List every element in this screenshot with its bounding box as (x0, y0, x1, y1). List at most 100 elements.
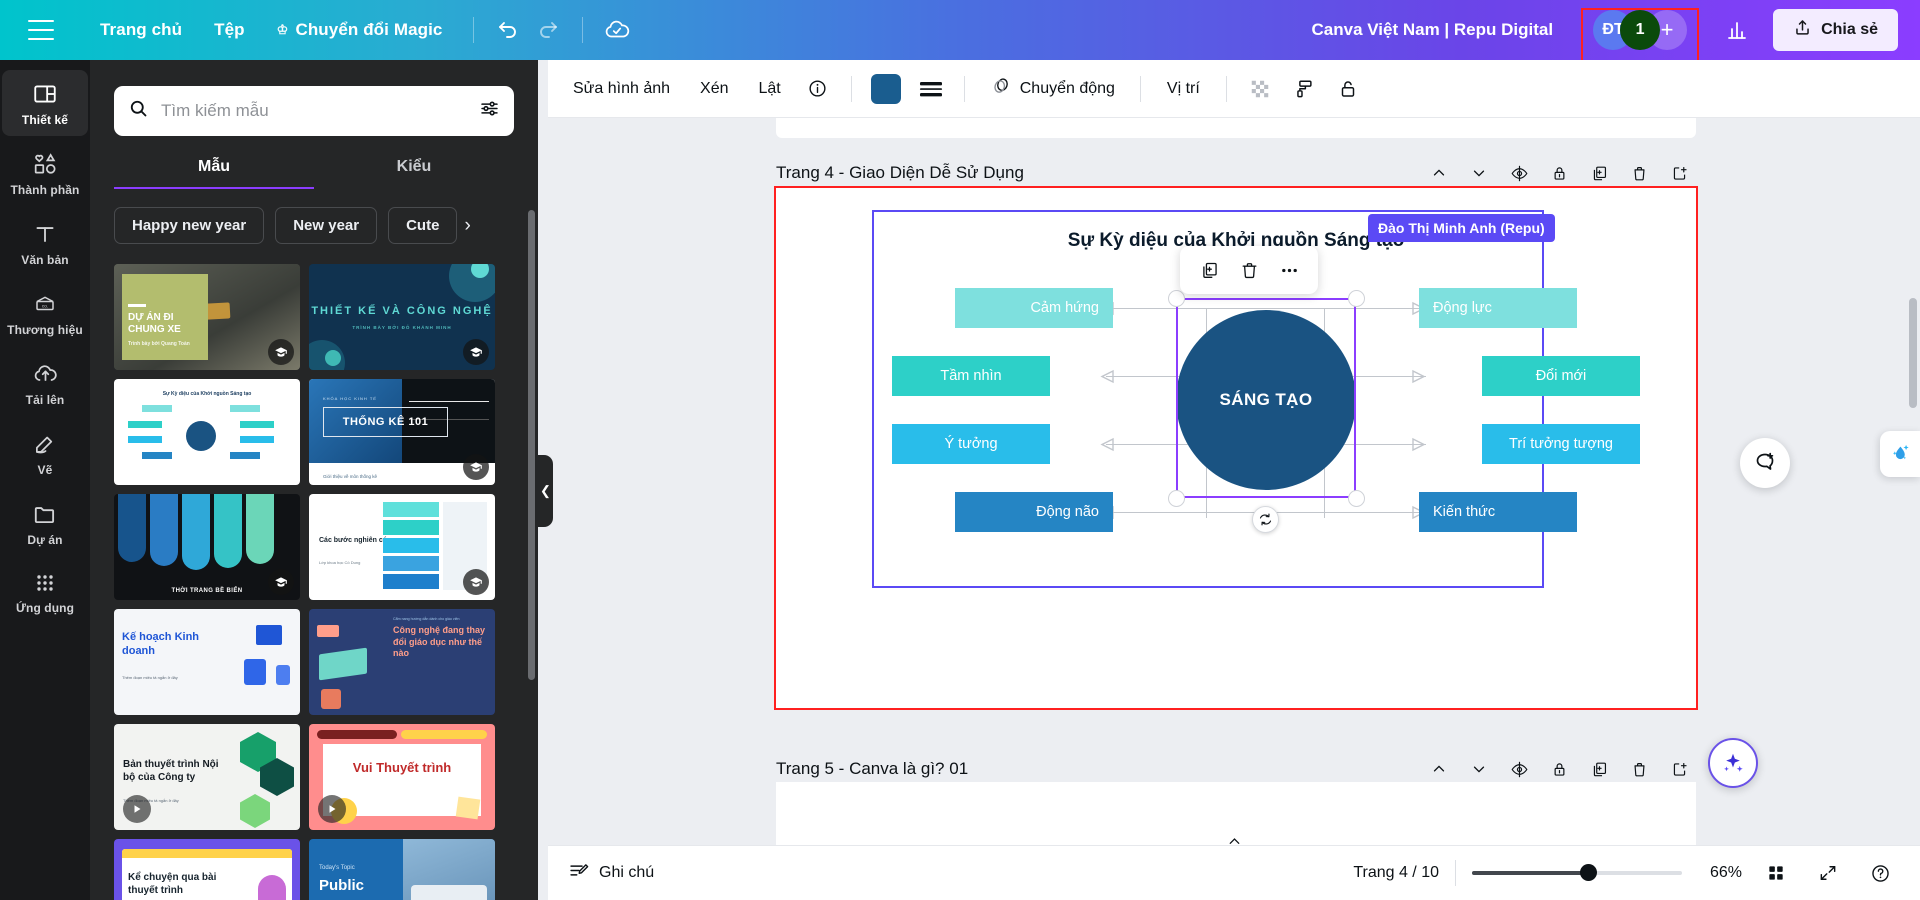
rotate-icon[interactable] (1252, 506, 1279, 533)
share-button[interactable]: Chia sẻ (1773, 9, 1898, 51)
cloud-check-icon[interactable] (597, 10, 637, 50)
resize-handle-bottom-right[interactable] (1348, 490, 1365, 507)
expand-page-icon[interactable] (1662, 156, 1696, 190)
page-title[interactable]: Trang 4 - Giao Diện Dễ Sử Dụng (776, 163, 1024, 183)
mindmap-node-right[interactable]: Động lực (1419, 288, 1577, 328)
search-box[interactable] (114, 86, 514, 136)
sidebar-item-brand[interactable]: co. Thương hiệu (2, 280, 88, 346)
play-icon[interactable] (318, 795, 346, 823)
sidebar-item-design[interactable]: Thiết kế (2, 70, 88, 136)
more-dots-icon[interactable] (1270, 253, 1308, 287)
sliders-icon[interactable] (479, 98, 500, 124)
resize-handle-top-left[interactable] (1168, 290, 1185, 307)
template-thumbnail[interactable]: Sự Kỳ diệu của Khởi nguồn Sáng tạo (114, 379, 300, 485)
chevron-down-icon[interactable] (1462, 156, 1496, 190)
mindmap-node-left[interactable]: Động não (955, 492, 1113, 532)
delete-page-icon[interactable] (1622, 156, 1656, 190)
template-thumbnail[interactable]: DỰ ÁN ĐI CHUNG XE Trình bày bởi Quang To… (114, 264, 300, 370)
mindmap-node-right[interactable]: Trí tưởng tượng (1482, 424, 1640, 464)
tab-styles[interactable]: Kiểu (314, 158, 514, 189)
chip-new-year[interactable]: New year (275, 207, 377, 244)
hamburger-icon[interactable] (28, 20, 54, 40)
play-icon[interactable] (123, 795, 151, 823)
template-thumbnail[interactable]: THỜI TRANG BỀ BIỂN (114, 494, 300, 600)
fullscreen-icon[interactable] (1810, 855, 1846, 891)
template-thumbnail[interactable]: Kể chuyện qua bài thuyết trình (114, 839, 300, 900)
template-thumbnail[interactable]: Các bước nghiên cứu Lớp khoa học Cô Dung (309, 494, 495, 600)
sidebar-item-projects[interactable]: Dự án (2, 490, 88, 556)
canvas-scrollbar[interactable] (1909, 298, 1917, 408)
sidebar-item-draw[interactable]: Vẽ (2, 420, 88, 486)
document-title[interactable]: Canva Việt Nam | Repu Digital (1312, 20, 1554, 40)
sidebar-item-uploads[interactable]: Tải lên (2, 350, 88, 416)
expand-page-icon[interactable] (1662, 752, 1696, 786)
chip-cute[interactable]: Cute (388, 207, 457, 244)
delete-page-icon[interactable] (1622, 752, 1656, 786)
chevron-up-icon[interactable] (1422, 156, 1456, 190)
mindmap-node-right[interactable]: Đổi mới (1482, 356, 1640, 396)
flip-button[interactable]: Lật (745, 71, 793, 107)
animate-button[interactable]: Chuyển động (978, 67, 1127, 110)
edit-image-button[interactable]: Sửa hình ảnh (560, 71, 683, 107)
mindmap-node-left[interactable]: Tầm nhìn (892, 356, 1050, 396)
template-thumbnail[interactable]: Vui Thuyết trình (309, 724, 495, 830)
template-thumbnail[interactable]: Kế hoạch Kinh doanh Thêm đoạn miêu tả ng… (114, 609, 300, 715)
help-icon[interactable] (1862, 855, 1898, 891)
sidebar-item-elements[interactable]: Thành phần (2, 140, 88, 206)
chevron-right-icon[interactable]: › (464, 215, 470, 237)
menu-item-file[interactable]: Tệp (198, 12, 261, 48)
sidebar-item-apps[interactable]: Ứng dụng (2, 560, 88, 624)
panel-scrollbar[interactable] (528, 210, 535, 680)
slide-page-4[interactable]: Sự Kỳ diệu của Khởi nguồn Sáng tạo Đào T… (776, 188, 1696, 708)
zoom-slider[interactable] (1472, 871, 1682, 875)
undo-icon[interactable] (488, 10, 528, 50)
zoom-level[interactable]: 66% (1698, 864, 1742, 882)
chevron-down-icon[interactable] (1462, 752, 1496, 786)
panel-collapse-button[interactable]: ❮ (538, 455, 553, 527)
mindmap-node-right[interactable]: Kiến thức (1419, 492, 1577, 532)
menu-item-home[interactable]: Trang chủ (84, 12, 198, 48)
avatar[interactable]: 1 (1620, 10, 1660, 50)
info-icon[interactable] (798, 69, 838, 109)
hide-page-icon[interactable] (1502, 156, 1536, 190)
menu-item-magic-switch[interactable]: ♔ Chuyển đổi Magic (261, 12, 459, 48)
template-thumbnail[interactable]: Today's Topic Public (309, 839, 495, 900)
duplicate-page-icon[interactable] (1582, 156, 1616, 190)
color-swatch[interactable] (871, 74, 901, 104)
lock-icon[interactable] (1328, 69, 1368, 109)
paint-roller-icon[interactable] (1284, 69, 1324, 109)
transparency-icon[interactable] (1240, 69, 1280, 109)
duplicate-icon[interactable] (1190, 253, 1228, 287)
mindmap-node-left[interactable]: Cảm hứng (955, 288, 1113, 328)
chip-happy-new-year[interactable]: Happy new year (114, 207, 264, 244)
bar-chart-icon[interactable] (1717, 10, 1757, 50)
water-drop-icon[interactable] (1880, 431, 1920, 477)
lock-page-icon[interactable] (1542, 156, 1576, 190)
page-indicator[interactable]: Trang 4 / 10 (1353, 864, 1439, 882)
template-thumbnail[interactable]: Bản thuyết trình Nội bộ của Công ty Thêm… (114, 724, 300, 830)
position-button[interactable]: Vị trí (1154, 71, 1213, 107)
resize-handle-top-right[interactable] (1348, 290, 1365, 307)
tab-templates[interactable]: Mẫu (114, 158, 314, 189)
duplicate-page-icon[interactable] (1582, 752, 1616, 786)
trash-icon[interactable] (1230, 253, 1268, 287)
redo-icon[interactable] (528, 10, 568, 50)
sidebar-item-text[interactable]: Văn bản (2, 210, 88, 276)
lock-page-icon[interactable] (1542, 752, 1576, 786)
zoom-slider-knob[interactable] (1580, 864, 1597, 881)
chevron-up-icon[interactable] (1422, 752, 1456, 786)
lines-icon[interactable] (911, 69, 951, 109)
canvas-scroll-area[interactable]: Trang 4 - Giao Diện Dễ Sử Dụng (548, 118, 1920, 845)
page-title[interactable]: Trang 5 - Canva là gì? 01 (776, 759, 968, 779)
crop-button[interactable]: Xén (687, 71, 741, 107)
template-thumbnail[interactable]: THIẾT KẾ VÀ CÔNG NGHỆ TRÌNH BÀY BỞI ĐỖ K… (309, 264, 495, 370)
add-comment-icon[interactable] (1740, 438, 1790, 488)
notes-button[interactable]: Ghi chú (568, 860, 654, 886)
hide-page-icon[interactable] (1502, 752, 1536, 786)
resize-handle-bottom-left[interactable] (1168, 490, 1185, 507)
search-input[interactable] (161, 101, 467, 121)
grid-view-icon[interactable] (1758, 855, 1794, 891)
mindmap-node-left[interactable]: Ý tưởng (892, 424, 1050, 464)
magic-sparkle-icon[interactable] (1708, 738, 1758, 788)
template-thumbnail[interactable]: THỐNG KÊ 101 KHÓA HỌC KINH TẾ Giới thiệu… (309, 379, 495, 485)
